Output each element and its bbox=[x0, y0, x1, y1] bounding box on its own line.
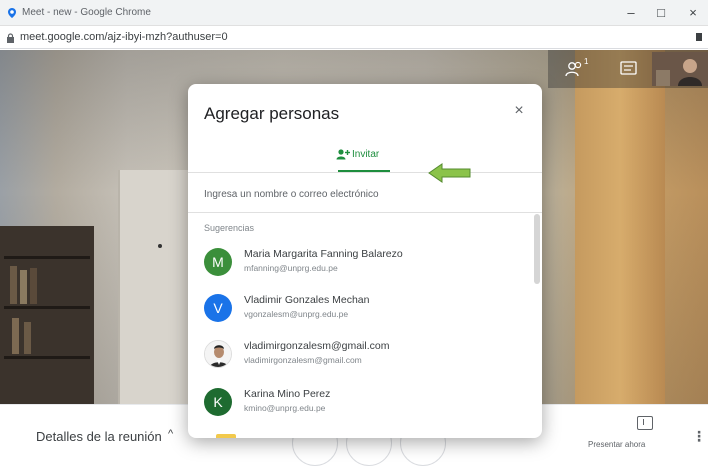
tab-invite-label: Invitar bbox=[352, 149, 380, 160]
suggestion-item[interactable]: K Karina Mino Perez kmino@unprg.edu.pe bbox=[188, 388, 528, 438]
annotation-arrow-icon bbox=[428, 163, 471, 183]
minimize-button[interactable]: – bbox=[622, 4, 640, 22]
profile-photo-icon bbox=[205, 341, 231, 367]
background-door bbox=[118, 170, 188, 404]
book bbox=[24, 322, 31, 354]
self-view-person-icon bbox=[652, 52, 708, 86]
shelf-board bbox=[4, 256, 90, 259]
avatar-photo bbox=[204, 340, 232, 368]
suggestion-email: mfanning@unprg.edu.pe bbox=[244, 263, 338, 273]
people-count-badge: 1 bbox=[584, 57, 589, 66]
chat-icon[interactable] bbox=[618, 60, 640, 78]
window-close-button[interactable]: × bbox=[684, 4, 702, 22]
bookmark-icon[interactable] bbox=[696, 33, 702, 41]
avatar: V bbox=[204, 294, 232, 322]
self-view-thumbnail[interactable] bbox=[652, 52, 708, 86]
avatar: K bbox=[204, 388, 232, 416]
book bbox=[20, 270, 27, 304]
suggestion-item[interactable]: M Maria Margarita Fanning Balarezo mfann… bbox=[188, 248, 528, 300]
search-divider bbox=[188, 212, 542, 213]
partial-avatar bbox=[216, 434, 236, 438]
meet-logo-icon bbox=[8, 8, 16, 18]
window-title: Meet - new - Google Chrome bbox=[22, 7, 151, 18]
suggestion-name: Maria Margarita Fanning Balarezo bbox=[244, 248, 403, 260]
tab-divider bbox=[188, 172, 542, 173]
background-wood-panel bbox=[575, 50, 665, 404]
lock-icon bbox=[7, 33, 14, 43]
tab-invite[interactable]: Invitar bbox=[336, 144, 394, 170]
people-icon[interactable] bbox=[564, 60, 586, 78]
browser-titlebar: Meet - new - Google Chrome – □ × bbox=[0, 0, 708, 26]
add-people-dialog: Agregar personas × Invitar Sugerencias M… bbox=[188, 84, 542, 438]
maximize-button[interactable]: □ bbox=[652, 4, 670, 22]
chevron-up-icon[interactable]: ^ bbox=[168, 428, 173, 440]
avatar: M bbox=[204, 248, 232, 276]
suggestion-item[interactable]: V Vladimir Gonzales Mechan vgonzalesm@un… bbox=[188, 294, 528, 346]
suggestion-name: Karina Mino Perez bbox=[244, 388, 331, 400]
book bbox=[12, 318, 19, 354]
dialog-close-button[interactable]: × bbox=[510, 102, 528, 120]
suggestion-name: vladimirgonzalesm@gmail.com bbox=[244, 340, 390, 352]
suggestion-email: vgonzalesm@unprg.edu.pe bbox=[244, 309, 349, 319]
background-bookshelf bbox=[0, 226, 94, 404]
suggestions-header: Sugerencias bbox=[204, 223, 255, 233]
meeting-details-button[interactable]: Detalles de la reunión bbox=[36, 429, 162, 444]
suggestion-item[interactable]: vladimirgonzalesm@gmail.com vladimirgonz… bbox=[188, 340, 528, 392]
dialog-title: Agregar personas bbox=[204, 104, 340, 123]
suggestion-email: kmino@unprg.edu.pe bbox=[244, 403, 326, 413]
more-options-icon[interactable]: ⋮ bbox=[692, 428, 706, 445]
present-now-button[interactable]: Presentar ahora bbox=[588, 440, 645, 449]
shelf-board bbox=[4, 356, 90, 359]
shelf-board bbox=[4, 306, 90, 309]
book bbox=[10, 266, 17, 304]
add-person-icon bbox=[336, 149, 350, 160]
suggestions-scrollbar[interactable] bbox=[534, 214, 540, 284]
present-screen-icon[interactable] bbox=[637, 416, 653, 430]
book bbox=[30, 268, 37, 304]
suggestion-email: vladimirgonzalesm@gmail.com bbox=[244, 355, 362, 365]
address-bar[interactable]: meet.google.com/ajz-ibyi-mzh?authuser=0 bbox=[0, 27, 708, 49]
door-knob bbox=[158, 244, 162, 248]
search-input[interactable] bbox=[204, 184, 534, 204]
url-text[interactable]: meet.google.com/ajz-ibyi-mzh?authuser=0 bbox=[20, 31, 228, 43]
suggestion-name: Vladimir Gonzales Mechan bbox=[244, 294, 370, 306]
